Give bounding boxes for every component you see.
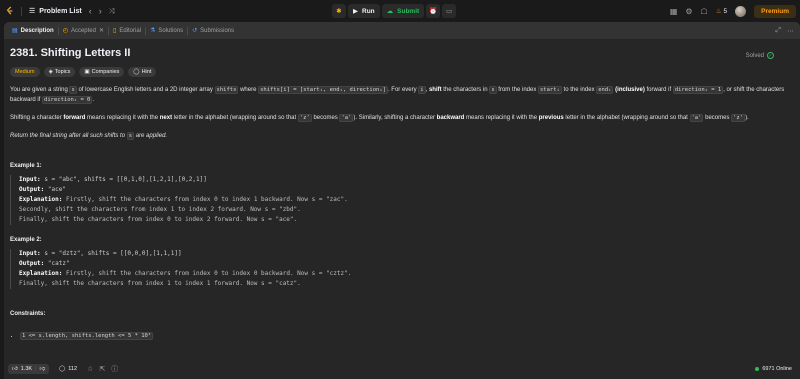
settings-icon[interactable]: ⚙ xyxy=(685,7,692,16)
notes-button[interactable]: ▭ xyxy=(442,4,457,18)
tab-editorial-label: Editorial xyxy=(119,27,141,34)
premium-button[interactable]: Premium xyxy=(754,4,796,18)
online-dot-icon xyxy=(755,367,760,371)
constraints-list: 1 <= s.length, shifts.length <= 5 * 10⁴ xyxy=(10,331,794,341)
lock-icon: ▣ xyxy=(84,69,90,75)
comments-count: 112 xyxy=(68,366,78,372)
description-paragraph-2: Shifting a character forward means repla… xyxy=(10,114,749,122)
description-paragraph-1: You are given a string s of lowercase En… xyxy=(10,86,785,104)
example-1-heading: Example 1: xyxy=(10,163,42,169)
maximize-icon[interactable]: ⤢ xyxy=(775,27,781,35)
tab-bar: ▤ Description ◴ Accepted ✕ ▯ Editorial ⚗… xyxy=(4,22,800,39)
leetcode-logo-icon[interactable] xyxy=(6,6,14,16)
thumbs-up-icon: 👍︎ xyxy=(12,366,18,372)
online-status: 6971 Online xyxy=(755,366,792,372)
hint-label: Hint xyxy=(141,69,152,75)
thumbs-down-icon[interactable]: 👎︎ xyxy=(40,366,46,372)
topics-label: Topics xyxy=(54,69,71,75)
tab-solutions[interactable]: ⚗ Solutions xyxy=(146,22,187,39)
debug-button[interactable]: ✱ xyxy=(332,4,346,18)
tag-icon: ◈ xyxy=(48,69,53,75)
close-icon[interactable]: ✕ xyxy=(99,27,104,34)
clock-icon: ◴ xyxy=(62,28,68,34)
submit-button[interactable]: ☁ Submit xyxy=(381,4,425,18)
tag-chips: Medium ◈ Topics ▣ Companies ◯ Hint xyxy=(10,67,794,77)
tab-solutions-label: Solutions xyxy=(158,27,184,34)
next-problem-icon[interactable]: › xyxy=(99,6,102,16)
tab-accepted-label: Accepted xyxy=(70,27,96,34)
example-2-block: Input: s = "dztz", shifts = [[0,0,0],[1,… xyxy=(10,249,794,289)
likes-count: 1.3K xyxy=(20,366,33,372)
shuffle-icon[interactable]: ⤨ xyxy=(109,7,115,16)
difficulty-badge: Medium xyxy=(10,67,40,77)
submit-label: Submit xyxy=(397,7,420,15)
note-icon: ▭ xyxy=(446,8,453,15)
problem-title: 2381. Shifting Letters II xyxy=(10,47,131,59)
streak-counter[interactable]: ♨ 5 xyxy=(715,7,728,16)
example-2-heading: Example 2: xyxy=(10,237,42,243)
bug-icon: ✱ xyxy=(336,8,342,15)
tab-submissions[interactable]: ↺ Submissions xyxy=(188,22,238,39)
alarm-icon: ⏰ xyxy=(429,8,438,15)
topics-chip[interactable]: ◈ Topics xyxy=(43,67,76,77)
constraints-heading: Constraints: xyxy=(10,311,46,317)
share-icon[interactable]: ⇱ xyxy=(99,365,105,373)
description-paragraph-3: Return the final string after all such s… xyxy=(10,132,168,140)
prev-problem-icon[interactable]: ‹ xyxy=(89,6,92,16)
bottom-bar: 👍︎ 1.3K | 👎︎ ◯ 112 ☆ ⇱ ⓘ 6971 Online xyxy=(4,359,800,379)
lightbulb-icon: ◯ xyxy=(133,69,140,75)
list-item: 1 <= s.length, shifts.length <= 5 * 10⁴ xyxy=(20,331,794,341)
avatar[interactable] xyxy=(735,5,747,17)
problem-content: 2381. Shifting Letters II Solved ✓ Mediu… xyxy=(4,39,800,359)
solved-status: Solved ✓ xyxy=(746,52,774,59)
star-icon[interactable]: ☆ xyxy=(87,365,93,373)
play-icon: ▶ xyxy=(353,8,358,15)
tab-submissions-label: Submissions xyxy=(200,27,235,34)
check-circle-icon: ✓ xyxy=(767,52,774,59)
document-icon: ▤ xyxy=(12,28,18,34)
like-button[interactable]: 👍︎ 1.3K | 👎︎ xyxy=(8,364,50,374)
list-icon: ☰ xyxy=(29,8,36,15)
example-1-block: Input: s = "abc", shifts = [[0,1,0],[1,2… xyxy=(10,175,794,225)
notifications-icon[interactable]: ☖ xyxy=(701,7,708,16)
more-icon[interactable]: ⋯ xyxy=(787,27,794,35)
online-count: 6971 Online xyxy=(762,366,792,372)
help-icon[interactable]: ⓘ xyxy=(111,364,118,374)
run-button[interactable]: ▶ Run xyxy=(348,4,380,18)
history-icon: ↺ xyxy=(192,28,198,34)
problem-list-label: Problem List xyxy=(39,7,82,15)
companies-chip[interactable]: ▣ Companies xyxy=(79,67,125,77)
comment-icon: ◯ xyxy=(59,366,66,372)
comments-button[interactable]: ◯ 112 xyxy=(55,364,81,374)
cloud-upload-icon: ☁ xyxy=(386,8,394,15)
hint-chip[interactable]: ◯ Hint xyxy=(128,67,157,77)
description-panel: ▤ Description ◴ Accepted ✕ ▯ Editorial ⚗… xyxy=(4,22,800,379)
streak-count: 5 xyxy=(723,7,728,15)
book-icon: ▯ xyxy=(113,28,117,34)
tab-description-label: Description xyxy=(20,27,54,34)
tab-accepted[interactable]: ◴ Accepted ✕ xyxy=(59,22,108,39)
run-label: Run xyxy=(362,7,375,15)
timer-button[interactable]: ⏰ xyxy=(426,4,441,18)
divider xyxy=(21,6,22,16)
top-bar: ☰ Problem List ‹ › ⤨ ✱ ▶ Run ☁ Submit ⏰ … xyxy=(0,0,800,22)
tab-editorial[interactable]: ▯ Editorial xyxy=(109,22,145,39)
flame-icon: ♨ xyxy=(715,8,722,15)
tab-description[interactable]: ▤ Description xyxy=(8,22,58,39)
run-controls: ✱ ▶ Run ☁ Submit ⏰ ▭ xyxy=(332,4,457,18)
problem-list-link[interactable]: ☰ Problem List xyxy=(29,7,82,16)
layout-icon[interactable]: ▦ xyxy=(670,7,678,16)
companies-label: Companies xyxy=(91,69,120,75)
flask-icon: ⚗ xyxy=(150,28,156,34)
solved-label: Solved xyxy=(745,52,764,59)
